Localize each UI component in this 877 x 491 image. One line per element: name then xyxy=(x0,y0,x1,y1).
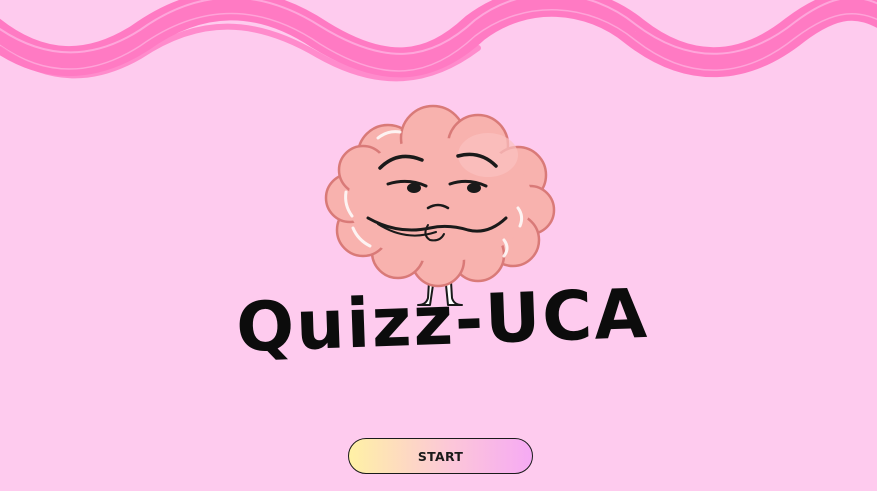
pink-wave-decoration xyxy=(0,0,877,82)
app-title: Quizz-UCA xyxy=(234,274,651,369)
start-button[interactable]: START xyxy=(348,438,533,474)
start-button-label: START xyxy=(417,448,464,464)
